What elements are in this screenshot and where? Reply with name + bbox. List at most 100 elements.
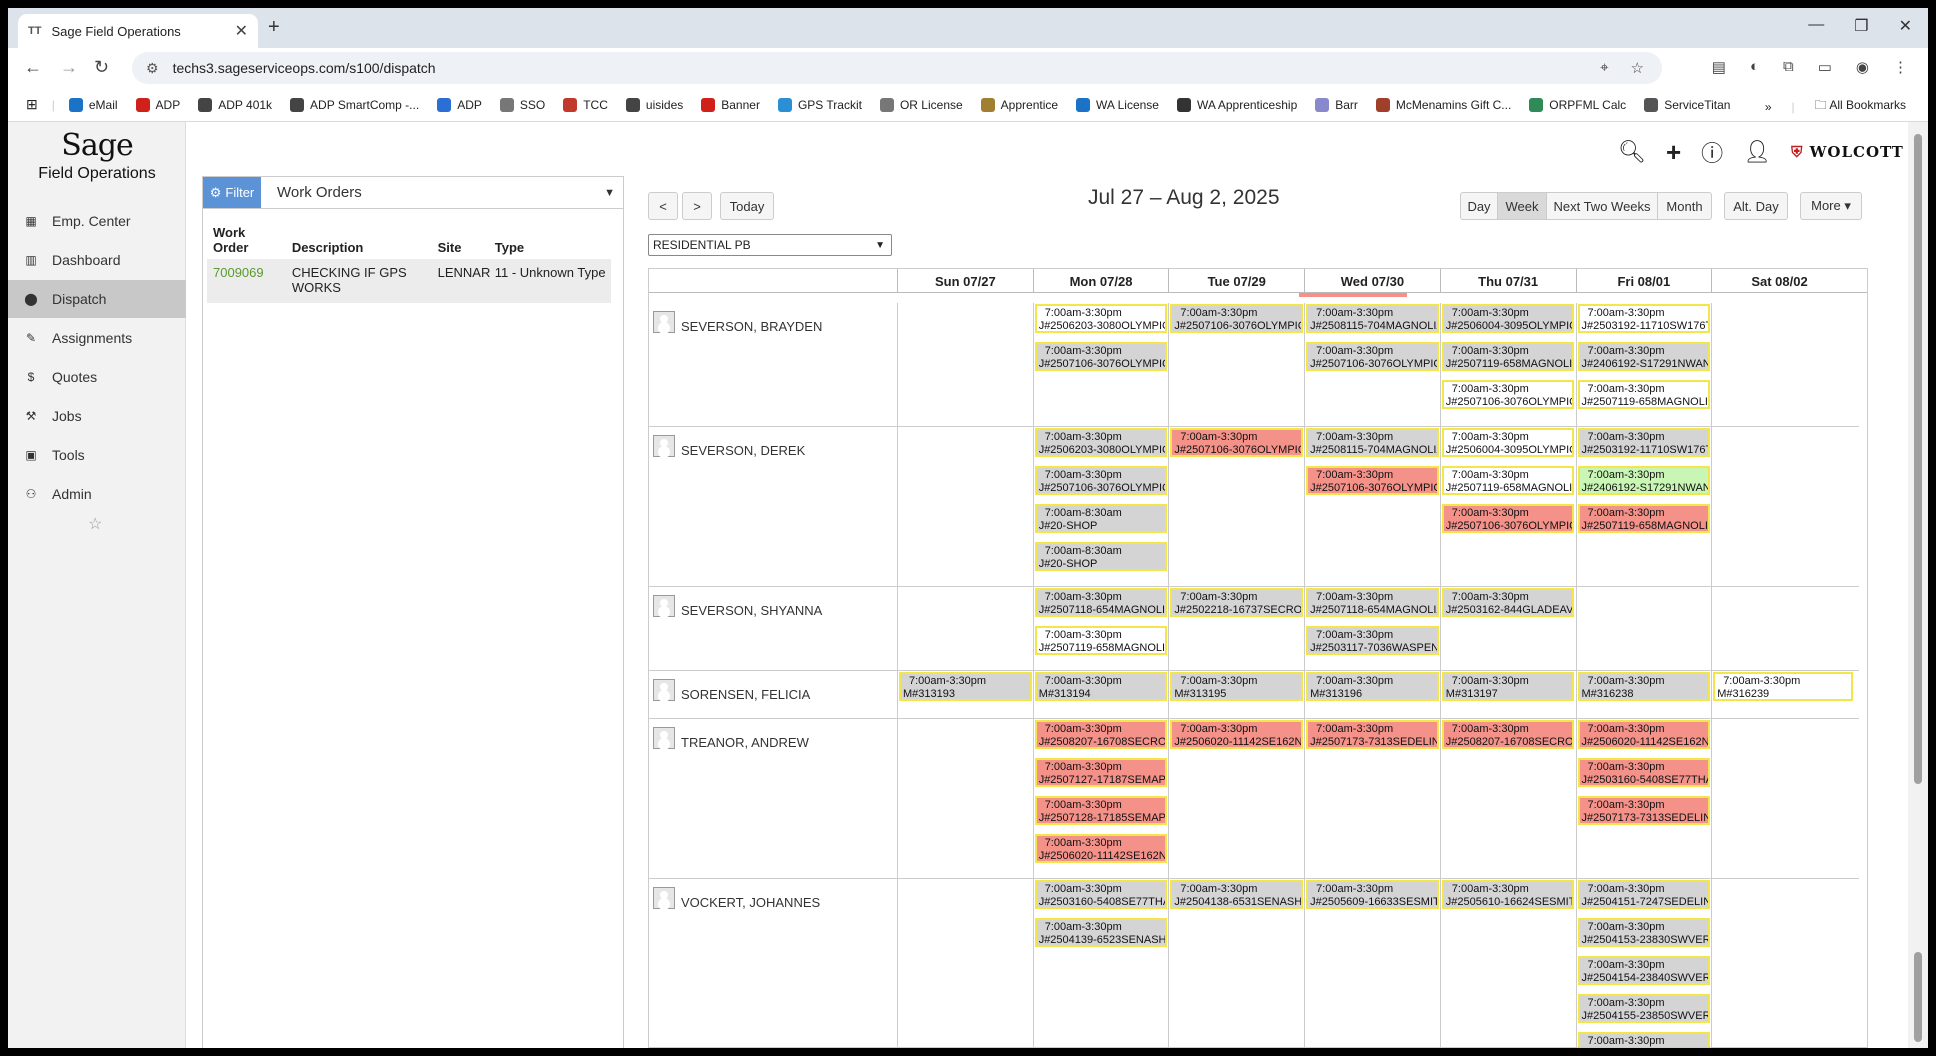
day-cell[interactable] xyxy=(1575,587,1712,670)
nav-item-admin[interactable]: ⚇ Admin xyxy=(8,475,186,513)
day-header[interactable]: Thu 07/31 xyxy=(1439,269,1576,293)
bookmark-item[interactable]: WA Apprenticeship xyxy=(1176,97,1297,112)
logo[interactable]: Sage Field Operations xyxy=(8,128,186,183)
schedule-event[interactable]: 7:00am-3:30pm J#2503162-844GLADEAVE xyxy=(1441,588,1575,617)
info-icon[interactable]: ⓘ xyxy=(1701,136,1723,168)
day-cell[interactable] xyxy=(1711,719,1847,878)
tab-search-icon[interactable]: ▭ xyxy=(1818,58,1832,76)
schedule-event[interactable]: 7:00am-3:30pm J#2508207-16708SECROS xyxy=(1034,720,1168,749)
table-row[interactable]: 7009069 CHECKING IF GPS WORKS LENNAR 11 … xyxy=(207,259,611,303)
filter-button[interactable]: ⚙ Filter xyxy=(203,177,261,208)
today-button[interactable]: Today xyxy=(720,192,774,220)
profile-icon[interactable]: ◉ xyxy=(1856,58,1869,76)
schedule-event[interactable]: 7:00am-3:30pm J#2507119-658MAGNOLIA xyxy=(1034,626,1168,655)
schedule-event[interactable]: 7:00am-3:30pm J#2507119-658MAGNOLIA xyxy=(1577,504,1711,533)
schedule-event[interactable]: 7:00am-3:30pm J#2507106-3076OLYMPIC xyxy=(1306,342,1439,371)
schedule-event[interactable]: 7:00am-8:30am J#20-SHOP xyxy=(1034,542,1168,571)
schedule-event[interactable]: 7:00am-3:30pm J#2504151-7247SEDELINE xyxy=(1577,880,1711,909)
schedule-event[interactable]: 7:00am-3:30pm J#2504155-23850SWVERM xyxy=(1577,994,1711,1023)
view-two-weeks-button[interactable]: Next Two Weeks xyxy=(1546,192,1658,220)
bookmark-item[interactable]: WA License xyxy=(1076,97,1159,112)
work-order-link[interactable]: 7009069 xyxy=(213,265,292,297)
day-header[interactable]: Tue 07/29 xyxy=(1168,269,1304,293)
nav-item-emp-center[interactable]: ▦ Emp. Center xyxy=(8,202,186,240)
site-settings-icon[interactable]: ⚙ xyxy=(146,60,159,77)
search-icon[interactable]: 🔍︎ xyxy=(1618,139,1646,165)
nav-item-jobs[interactable]: ⚒ Jobs xyxy=(8,397,186,435)
schedule-event[interactable]: 7:00am-3:30pm J#2503192-11710SW176T xyxy=(1577,304,1711,333)
schedule-event[interactable]: 7:00am-3:30pm J#2502218-16737SECROS xyxy=(1170,588,1304,617)
resource-name[interactable]: SEVERSON, DEREK xyxy=(653,433,805,458)
schedule-event[interactable]: 7:00am-3:30pm J#2507173-7313SEDELINE xyxy=(1306,720,1439,749)
schedule-event[interactable]: 7:00am-3:30pm J#2506020-11142SE162N xyxy=(1034,834,1168,863)
more-button[interactable]: More ▾ xyxy=(1800,192,1862,220)
bookmark-item[interactable]: ORPFML Calc xyxy=(1529,97,1626,112)
schedule-event[interactable]: 7:00am-3:30pm J#2507106-3076OLYMPIC xyxy=(1034,342,1168,371)
nav-item-assignments[interactable]: ✎ Assignments xyxy=(8,319,186,357)
schedule-event[interactable]: 7:00am-3:30pm J#2507106-3076OLYMPIC xyxy=(1170,304,1304,333)
bookmark-item[interactable]: Banner xyxy=(701,97,760,112)
schedule-event[interactable]: 7:00am-3:30pm J#2506020-11142SE162N xyxy=(1170,720,1304,749)
resource-group-select[interactable]: RESIDENTIAL PB ▼ xyxy=(648,234,892,256)
back-icon[interactable]: ← xyxy=(24,57,42,78)
nav-item-quotes[interactable]: $ Quotes xyxy=(8,358,186,396)
nav-item-tools[interactable]: ▣ Tools xyxy=(8,436,186,474)
day-cell[interactable] xyxy=(1711,427,1847,586)
bookmark-item[interactable]: ADP xyxy=(437,97,482,112)
bookmark-item[interactable]: SSO xyxy=(499,97,545,112)
bookmark-item[interactable]: ADP SmartComp -... xyxy=(290,97,419,112)
favorite-star-icon[interactable]: ☆ xyxy=(88,514,102,534)
bookmark-star-icon[interactable]: ☆ xyxy=(1631,59,1644,77)
restore-icon[interactable]: ❐ xyxy=(1854,16,1868,36)
more-bookmarks-icon[interactable]: » xyxy=(1765,100,1772,114)
schedule-event[interactable]: 7:00am-3:30pm J#2504138-6531SENASHA xyxy=(1170,880,1304,909)
bookmark-item[interactable]: OR License xyxy=(879,97,963,112)
day-header[interactable]: Mon 07/28 xyxy=(1032,269,1169,293)
schedule-event[interactable]: 7:00am-3:30pm M#313196 xyxy=(1306,672,1439,701)
extension-icon[interactable]: ▤ xyxy=(1712,58,1726,76)
day-header[interactable]: Sun 07/27 xyxy=(897,269,1033,293)
resource-name[interactable]: VOCKERT, JOHANNES xyxy=(653,885,820,910)
day-cell[interactable] xyxy=(897,879,1033,1047)
puzzle-icon[interactable]: ⧉ xyxy=(1783,58,1794,76)
schedule-event[interactable]: 7:00am-3:30pm M#313194 xyxy=(1034,672,1168,701)
browser-tab[interactable]: TT Sage Field Operations ✕ xyxy=(18,14,258,48)
schedule-event[interactable]: 7:00am-3:30pm J#2506203-3080OLYMPIC xyxy=(1034,304,1168,333)
bookmark-item[interactable]: McMenamins Gift C... xyxy=(1375,97,1511,112)
day-header[interactable]: Wed 07/30 xyxy=(1304,269,1440,293)
resource-name[interactable]: SORENSEN, FELICIA xyxy=(653,677,810,702)
col-site[interactable]: Site xyxy=(438,240,495,255)
location-icon[interactable]: ⌖ xyxy=(1600,59,1608,77)
day-cell[interactable] xyxy=(1711,303,1847,426)
resource-name[interactable]: SEVERSON, SHYANNA xyxy=(653,593,822,618)
bookmark-item[interactable]: Apprentice xyxy=(980,97,1058,112)
url-input[interactable]: ⚙ techs3.sageserviceops.com/s100/dispatc… xyxy=(132,52,1662,84)
schedule-event[interactable]: 7:00am-3:30pm J#2507118-654MAGNOLIA xyxy=(1306,588,1439,617)
nav-item-dispatch[interactable]: ⬤ Dispatch xyxy=(8,280,186,318)
day-cell[interactable] xyxy=(897,587,1033,670)
bookmark-item[interactable]: TCC xyxy=(563,97,608,112)
tab-close-icon[interactable]: ✕ xyxy=(235,21,248,41)
schedule-event[interactable]: 7:00am-3:30pm M#316238 xyxy=(1577,672,1711,701)
schedule-event[interactable]: 7:00am-8:30am J#20-SHOP xyxy=(1034,504,1168,533)
schedule-event[interactable]: 7:00am-3:30pm J#2504154-23840SWVERM xyxy=(1577,956,1711,985)
bookmark-item[interactable]: GPS Trackit xyxy=(777,97,862,112)
schedule-event[interactable]: 7:00am-3:30pm J#2406192-S17291NWAN xyxy=(1577,466,1711,495)
scrollbar-thumb-lower[interactable] xyxy=(1914,952,1922,1042)
next-button[interactable]: > xyxy=(682,192,712,220)
bookmark-item[interactable]: ADP 401k xyxy=(198,97,272,112)
schedule-event[interactable]: 7:00am-3:30pm J#2506004-3095OLYMPIC xyxy=(1441,304,1575,333)
page-scrollbar[interactable] xyxy=(1908,122,1928,1048)
schedule-event[interactable]: 7:00am-3:30pm J#2507119-658MAGNOLIA xyxy=(1441,342,1575,371)
day-cell[interactable] xyxy=(897,427,1033,586)
apps-icon[interactable]: ⊞ xyxy=(26,96,38,113)
schedule-event[interactable]: 7:00am-3:30pm J#2504153-23830SWVERM xyxy=(1577,918,1711,947)
schedule-event[interactable]: 7:00am-3:30pm J#2507118-654MAGNOLIA xyxy=(1034,588,1168,617)
menu-icon[interactable]: ⋮ xyxy=(1893,58,1908,76)
day-cell[interactable] xyxy=(1711,879,1847,1047)
schedule-event[interactable]: 7:00am-3:30pm J#2507106-3076OLYMPIC xyxy=(1441,380,1575,409)
schedule-event[interactable]: 7:00am-3:30pm J#2506203-3080OLYMPIC xyxy=(1034,428,1168,457)
schedule-event[interactable]: 7:00am-3:30pm J#2507128-17185SEMAPL xyxy=(1034,796,1168,825)
schedule-event[interactable]: 7:00am-3:30pm M#316239 xyxy=(1713,672,1853,701)
schedule-event[interactable]: 7:00am-3:30pm J#2508207-16708SECROS xyxy=(1441,720,1575,749)
